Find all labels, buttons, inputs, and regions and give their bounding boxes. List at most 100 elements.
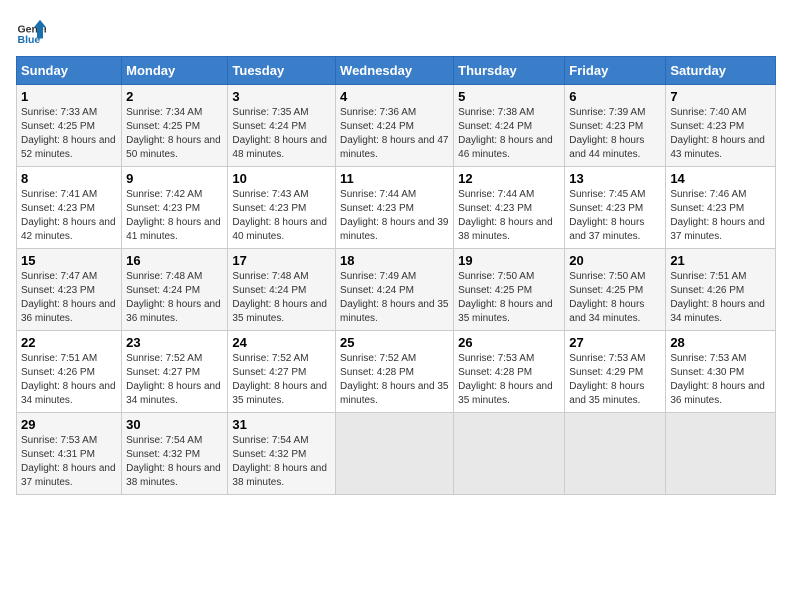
calendar-cell [454,413,565,495]
calendar-cell: 30 Sunrise: 7:54 AM Sunset: 4:32 PM Dayl… [122,413,228,495]
col-header-sunday: Sunday [17,57,122,85]
day-info: Sunrise: 7:54 AM Sunset: 4:32 PM Dayligh… [126,434,223,490]
calendar-cell: 5 Sunrise: 7:38 AM Sunset: 4:24 PM Dayli… [454,85,565,167]
day-number: 27 [569,335,661,350]
day-info: Sunrise: 7:48 AM Sunset: 4:24 PM Dayligh… [126,270,223,326]
calendar-cell: 17 Sunrise: 7:48 AM Sunset: 4:24 PM Dayl… [228,249,336,331]
day-number: 28 [670,335,771,350]
day-info: Sunrise: 7:52 AM Sunset: 4:27 PM Dayligh… [126,352,223,408]
day-number: 4 [340,89,449,104]
calendar-cell: 25 Sunrise: 7:52 AM Sunset: 4:28 PM Dayl… [336,331,454,413]
day-info: Sunrise: 7:53 AM Sunset: 4:29 PM Dayligh… [569,352,661,408]
day-number: 29 [21,417,117,432]
col-header-wednesday: Wednesday [336,57,454,85]
calendar-cell: 13 Sunrise: 7:45 AM Sunset: 4:23 PM Dayl… [565,167,666,249]
day-number: 23 [126,335,223,350]
day-info: Sunrise: 7:50 AM Sunset: 4:25 PM Dayligh… [458,270,560,326]
calendar-cell: 28 Sunrise: 7:53 AM Sunset: 4:30 PM Dayl… [666,331,776,413]
day-info: Sunrise: 7:53 AM Sunset: 4:30 PM Dayligh… [670,352,771,408]
day-number: 11 [340,171,449,186]
logo: General Blue [16,16,50,46]
col-header-monday: Monday [122,57,228,85]
day-number: 20 [569,253,661,268]
day-number: 17 [232,253,331,268]
calendar-cell: 6 Sunrise: 7:39 AM Sunset: 4:23 PM Dayli… [565,85,666,167]
day-number: 18 [340,253,449,268]
calendar-cell: 29 Sunrise: 7:53 AM Sunset: 4:31 PM Dayl… [17,413,122,495]
day-number: 26 [458,335,560,350]
day-info: Sunrise: 7:48 AM Sunset: 4:24 PM Dayligh… [232,270,331,326]
day-number: 7 [670,89,771,104]
day-info: Sunrise: 7:44 AM Sunset: 4:23 PM Dayligh… [340,188,449,244]
calendar-table: SundayMondayTuesdayWednesdayThursdayFrid… [16,56,776,495]
logo-icon: General Blue [16,16,46,46]
day-number: 1 [21,89,117,104]
day-number: 6 [569,89,661,104]
col-header-thursday: Thursday [454,57,565,85]
calendar-cell: 4 Sunrise: 7:36 AM Sunset: 4:24 PM Dayli… [336,85,454,167]
day-number: 9 [126,171,223,186]
day-info: Sunrise: 7:49 AM Sunset: 4:24 PM Dayligh… [340,270,449,326]
day-number: 19 [458,253,560,268]
col-header-friday: Friday [565,57,666,85]
day-info: Sunrise: 7:44 AM Sunset: 4:23 PM Dayligh… [458,188,560,244]
calendar-cell: 8 Sunrise: 7:41 AM Sunset: 4:23 PM Dayli… [17,167,122,249]
day-info: Sunrise: 7:54 AM Sunset: 4:32 PM Dayligh… [232,434,331,490]
day-info: Sunrise: 7:46 AM Sunset: 4:23 PM Dayligh… [670,188,771,244]
calendar-cell: 1 Sunrise: 7:33 AM Sunset: 4:25 PM Dayli… [17,85,122,167]
day-info: Sunrise: 7:34 AM Sunset: 4:25 PM Dayligh… [126,106,223,162]
day-number: 31 [232,417,331,432]
calendar-cell: 16 Sunrise: 7:48 AM Sunset: 4:24 PM Dayl… [122,249,228,331]
calendar-cell [565,413,666,495]
calendar-cell: 9 Sunrise: 7:42 AM Sunset: 4:23 PM Dayli… [122,167,228,249]
day-info: Sunrise: 7:41 AM Sunset: 4:23 PM Dayligh… [21,188,117,244]
col-header-tuesday: Tuesday [228,57,336,85]
calendar-cell: 11 Sunrise: 7:44 AM Sunset: 4:23 PM Dayl… [336,167,454,249]
day-info: Sunrise: 7:47 AM Sunset: 4:23 PM Dayligh… [21,270,117,326]
calendar-cell: 21 Sunrise: 7:51 AM Sunset: 4:26 PM Dayl… [666,249,776,331]
calendar-cell: 20 Sunrise: 7:50 AM Sunset: 4:25 PM Dayl… [565,249,666,331]
svg-text:Blue: Blue [18,34,41,46]
calendar-cell: 18 Sunrise: 7:49 AM Sunset: 4:24 PM Dayl… [336,249,454,331]
calendar-cell: 12 Sunrise: 7:44 AM Sunset: 4:23 PM Dayl… [454,167,565,249]
calendar-cell: 22 Sunrise: 7:51 AM Sunset: 4:26 PM Dayl… [17,331,122,413]
day-info: Sunrise: 7:35 AM Sunset: 4:24 PM Dayligh… [232,106,331,162]
day-info: Sunrise: 7:42 AM Sunset: 4:23 PM Dayligh… [126,188,223,244]
calendar-cell: 7 Sunrise: 7:40 AM Sunset: 4:23 PM Dayli… [666,85,776,167]
day-number: 10 [232,171,331,186]
calendar-cell: 3 Sunrise: 7:35 AM Sunset: 4:24 PM Dayli… [228,85,336,167]
calendar-cell: 15 Sunrise: 7:47 AM Sunset: 4:23 PM Dayl… [17,249,122,331]
day-number: 5 [458,89,560,104]
day-number: 15 [21,253,117,268]
day-info: Sunrise: 7:53 AM Sunset: 4:28 PM Dayligh… [458,352,560,408]
day-info: Sunrise: 7:50 AM Sunset: 4:25 PM Dayligh… [569,270,661,326]
day-info: Sunrise: 7:53 AM Sunset: 4:31 PM Dayligh… [21,434,117,490]
day-number: 13 [569,171,661,186]
day-info: Sunrise: 7:51 AM Sunset: 4:26 PM Dayligh… [670,270,771,326]
calendar-cell: 19 Sunrise: 7:50 AM Sunset: 4:25 PM Dayl… [454,249,565,331]
day-number: 30 [126,417,223,432]
calendar-cell: 14 Sunrise: 7:46 AM Sunset: 4:23 PM Dayl… [666,167,776,249]
day-number: 2 [126,89,223,104]
calendar-cell: 26 Sunrise: 7:53 AM Sunset: 4:28 PM Dayl… [454,331,565,413]
calendar-cell: 31 Sunrise: 7:54 AM Sunset: 4:32 PM Dayl… [228,413,336,495]
day-number: 21 [670,253,771,268]
day-number: 12 [458,171,560,186]
calendar-cell [336,413,454,495]
day-number: 8 [21,171,117,186]
col-header-saturday: Saturday [666,57,776,85]
calendar-cell: 23 Sunrise: 7:52 AM Sunset: 4:27 PM Dayl… [122,331,228,413]
day-info: Sunrise: 7:40 AM Sunset: 4:23 PM Dayligh… [670,106,771,162]
day-info: Sunrise: 7:33 AM Sunset: 4:25 PM Dayligh… [21,106,117,162]
day-info: Sunrise: 7:39 AM Sunset: 4:23 PM Dayligh… [569,106,661,162]
day-number: 16 [126,253,223,268]
calendar-cell: 2 Sunrise: 7:34 AM Sunset: 4:25 PM Dayli… [122,85,228,167]
calendar-cell: 27 Sunrise: 7:53 AM Sunset: 4:29 PM Dayl… [565,331,666,413]
calendar-cell: 10 Sunrise: 7:43 AM Sunset: 4:23 PM Dayl… [228,167,336,249]
day-number: 3 [232,89,331,104]
day-info: Sunrise: 7:38 AM Sunset: 4:24 PM Dayligh… [458,106,560,162]
calendar-cell: 24 Sunrise: 7:52 AM Sunset: 4:27 PM Dayl… [228,331,336,413]
day-info: Sunrise: 7:36 AM Sunset: 4:24 PM Dayligh… [340,106,449,162]
day-number: 25 [340,335,449,350]
page-header: General Blue [16,16,776,46]
